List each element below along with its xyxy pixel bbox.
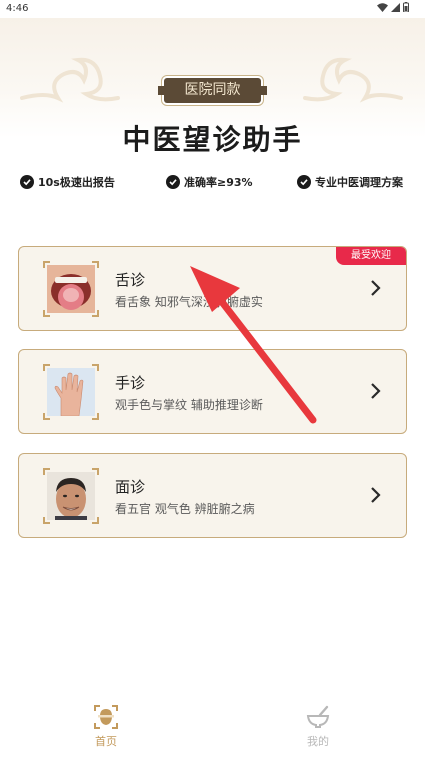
hand-diagnosis-card[interactable]: 手诊 观手色与掌纹 辅助推理诊断	[18, 349, 407, 434]
feature-label: 专业中医调理方案	[315, 176, 403, 189]
card-description: 观手色与掌纹 辅助推理诊断	[115, 398, 263, 412]
chevron-right-icon	[371, 487, 381, 503]
wifi-icon	[377, 2, 388, 12]
chevron-right-icon	[371, 383, 381, 399]
feature-label: 准确率≥93%	[184, 176, 253, 189]
battery-icon	[403, 2, 409, 12]
card-description: 看五官 观气色 辨脏腑之病	[115, 502, 255, 516]
face-image	[47, 472, 95, 520]
feature-item: 准确率≥93%	[166, 174, 253, 190]
tab-home[interactable]: 首页	[76, 704, 136, 749]
tab-mine[interactable]: 我的	[288, 704, 348, 749]
bottom-tab-bar: 首页 我的	[0, 700, 425, 757]
tongue-photo	[43, 261, 99, 317]
check-icon	[20, 175, 34, 189]
hand-photo	[43, 364, 99, 420]
feature-label: 10s极速出报告	[38, 176, 115, 189]
tab-label: 首页	[95, 735, 117, 748]
tab-label: 我的	[307, 735, 329, 748]
face-photo	[43, 468, 99, 524]
page-title: 中医望诊助手	[122, 123, 303, 156]
status-icons	[377, 2, 409, 12]
card-description: 看舌象 知邪气深浅肺腑虚实	[115, 295, 263, 309]
card-title: 舌诊	[115, 271, 146, 289]
feature-list: 10s极速出报告 准确率≥93% 专业中医调理方案	[0, 174, 425, 192]
tongue-image	[47, 265, 95, 313]
check-icon	[166, 175, 180, 189]
card-title: 面诊	[115, 478, 146, 496]
tongue-diagnosis-card[interactable]: 舌诊 看舌象 知邪气深浅肺腑虚实 最受欢迎	[18, 246, 407, 331]
scan-face-icon	[94, 705, 118, 729]
face-diagnosis-card[interactable]: 面诊 看五官 观气色 辨脏腑之病	[18, 453, 407, 538]
hospital-badge: 医院同款	[158, 78, 267, 103]
signal-icon	[391, 2, 400, 12]
cloud-ornament-right-icon	[303, 57, 403, 103]
mortar-icon	[306, 705, 330, 728]
most-popular-badge: 最受欢迎	[336, 247, 406, 265]
cloud-ornament-left-icon	[20, 57, 120, 103]
hand-image	[47, 368, 95, 416]
card-title: 手诊	[115, 374, 146, 392]
status-time: 4:46	[6, 3, 29, 14]
feature-item: 专业中医调理方案	[297, 174, 403, 190]
feature-item: 10s极速出报告	[20, 174, 115, 190]
chevron-right-icon	[371, 280, 381, 296]
check-icon	[297, 175, 311, 189]
status-bar: 4:46	[0, 0, 425, 18]
